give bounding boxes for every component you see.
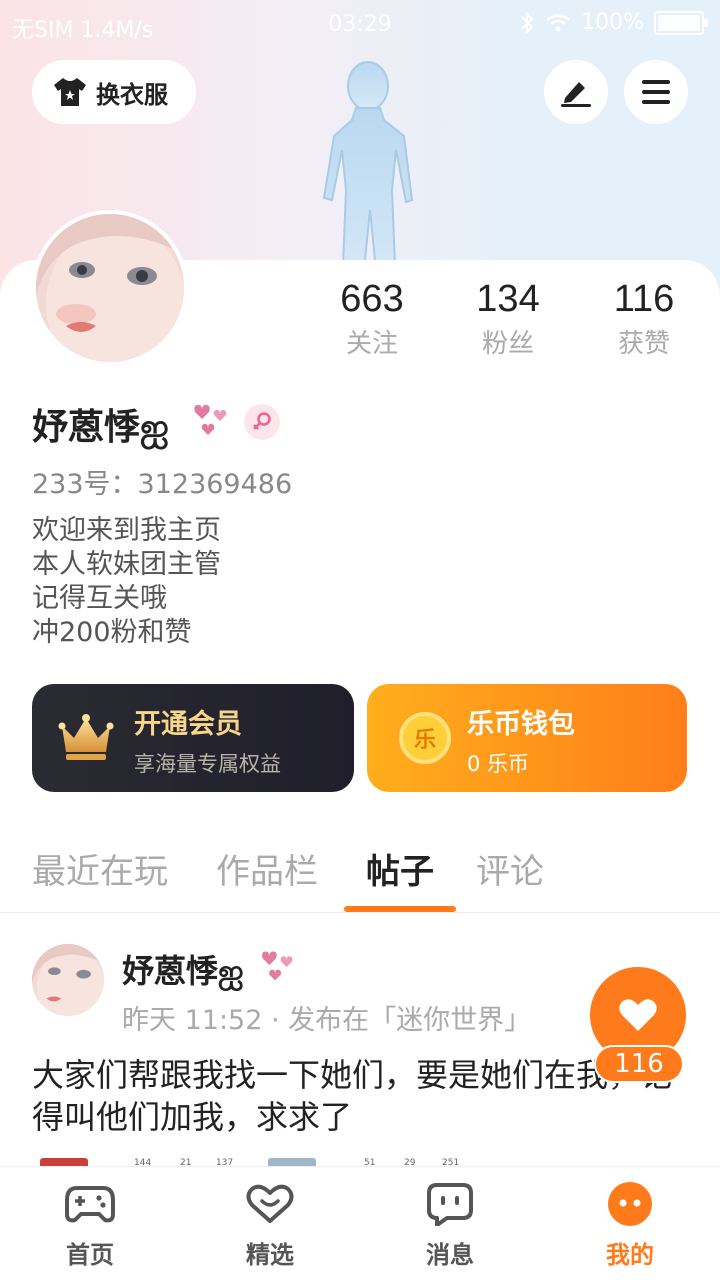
like-count-badge: 116 (594, 1045, 684, 1083)
tab-posts[interactable]: 帖子 (366, 844, 434, 893)
battery-level (658, 14, 700, 31)
post-meta: 昨天 11:52 · 发布在「迷你世界」 (122, 1005, 532, 1036)
username: 妤蒽悸ஐ (32, 407, 169, 448)
profile-tabs: 最近在玩 作品栏 帖子 评论 (0, 840, 720, 912)
hamburger-menu-icon (642, 80, 670, 104)
change-outfit-button[interactable]: 换衣服 (32, 60, 196, 124)
battery-percent: 100% (581, 10, 644, 35)
nav-me[interactable]: 我的 (570, 1181, 690, 1270)
user-id: 233号：312369486 (32, 469, 293, 500)
likes-stat[interactable]: 116 获赞 (584, 278, 704, 360)
bluetooth-icon (521, 11, 534, 34)
heart-chat-icon (246, 1184, 294, 1223)
crown-icon (58, 714, 114, 760)
post-author-avatar[interactable] (32, 944, 104, 1016)
menu-button[interactable] (624, 60, 688, 124)
followers-stat[interactable]: 134 粉丝 (448, 278, 568, 360)
wifi-icon (546, 13, 570, 31)
following-stat[interactable]: 663 关注 (312, 278, 432, 360)
bottom-navigation: 首页 精选 消息 我的 (0, 1166, 720, 1280)
tshirt-icon (54, 78, 86, 106)
battery-icon (654, 10, 708, 35)
coin-icon: 乐 (399, 712, 451, 764)
vip-title: 开通会员 (134, 709, 242, 740)
nav-home[interactable]: 首页 (30, 1181, 150, 1270)
nav-featured-label: 精选 (246, 1241, 294, 1269)
avatar-portrait-image (36, 214, 184, 362)
following-count: 663 (340, 278, 404, 320)
tab-recently-played[interactable]: 最近在玩 (32, 844, 168, 893)
hearts-emoji-icon (262, 951, 293, 981)
nav-messages[interactable]: 消息 (390, 1181, 510, 1270)
change-outfit-label: 换衣服 (96, 80, 168, 109)
female-icon (244, 404, 280, 440)
vip-membership-card[interactable]: 开通会员 享海量专属权益 (32, 684, 354, 792)
nav-home-label: 首页 (66, 1241, 114, 1269)
tab-works[interactable]: 作品栏 (216, 844, 318, 893)
followers-label: 粉丝 (481, 329, 534, 359)
user-bio: 欢迎来到我主页 本人软妹团主管 记得互关哦 冲200粉和赞 (32, 515, 221, 648)
nav-messages-label: 消息 (426, 1241, 474, 1269)
pen-icon (561, 82, 591, 107)
hearts-emoji-icon (194, 404, 227, 435)
edit-profile-button[interactable] (544, 60, 608, 124)
followers-count: 134 (476, 278, 540, 320)
nav-me-label: 我的 (606, 1241, 654, 1269)
avatar-figure-illustration[interactable] (300, 50, 430, 290)
post-content[interactable]: 大家们帮跟我找一下她们，要是她们在我，记得叫他们加我，求求了 (32, 1054, 672, 1138)
post-avatar-image (32, 944, 104, 1016)
message-icon (427, 1183, 473, 1226)
gamepad-icon (65, 1186, 115, 1223)
following-label: 关注 (345, 329, 398, 359)
wallet-balance: 0 乐币 (467, 752, 530, 776)
post-author-name[interactable]: 妤蒽悸ஐ (122, 946, 244, 994)
avatar[interactable] (32, 210, 188, 366)
vip-subtitle: 享海量专属权益 (134, 752, 281, 776)
profile-face-icon (608, 1182, 652, 1226)
tabs-divider (0, 912, 720, 913)
nav-featured[interactable]: 精选 (210, 1181, 330, 1270)
heart-icon (619, 999, 657, 1031)
tab-comments[interactable]: 评论 (476, 844, 544, 893)
wallet-title: 乐币钱包 (467, 709, 575, 740)
likes-received-count: 116 (613, 278, 675, 320)
status-bar: 无SIM 1.4M/s 03:29 100% (0, 0, 720, 50)
likes-received-label: 获赞 (617, 329, 670, 359)
coin-wallet-card[interactable]: 乐 乐币钱包 0 乐币 (367, 684, 687, 792)
